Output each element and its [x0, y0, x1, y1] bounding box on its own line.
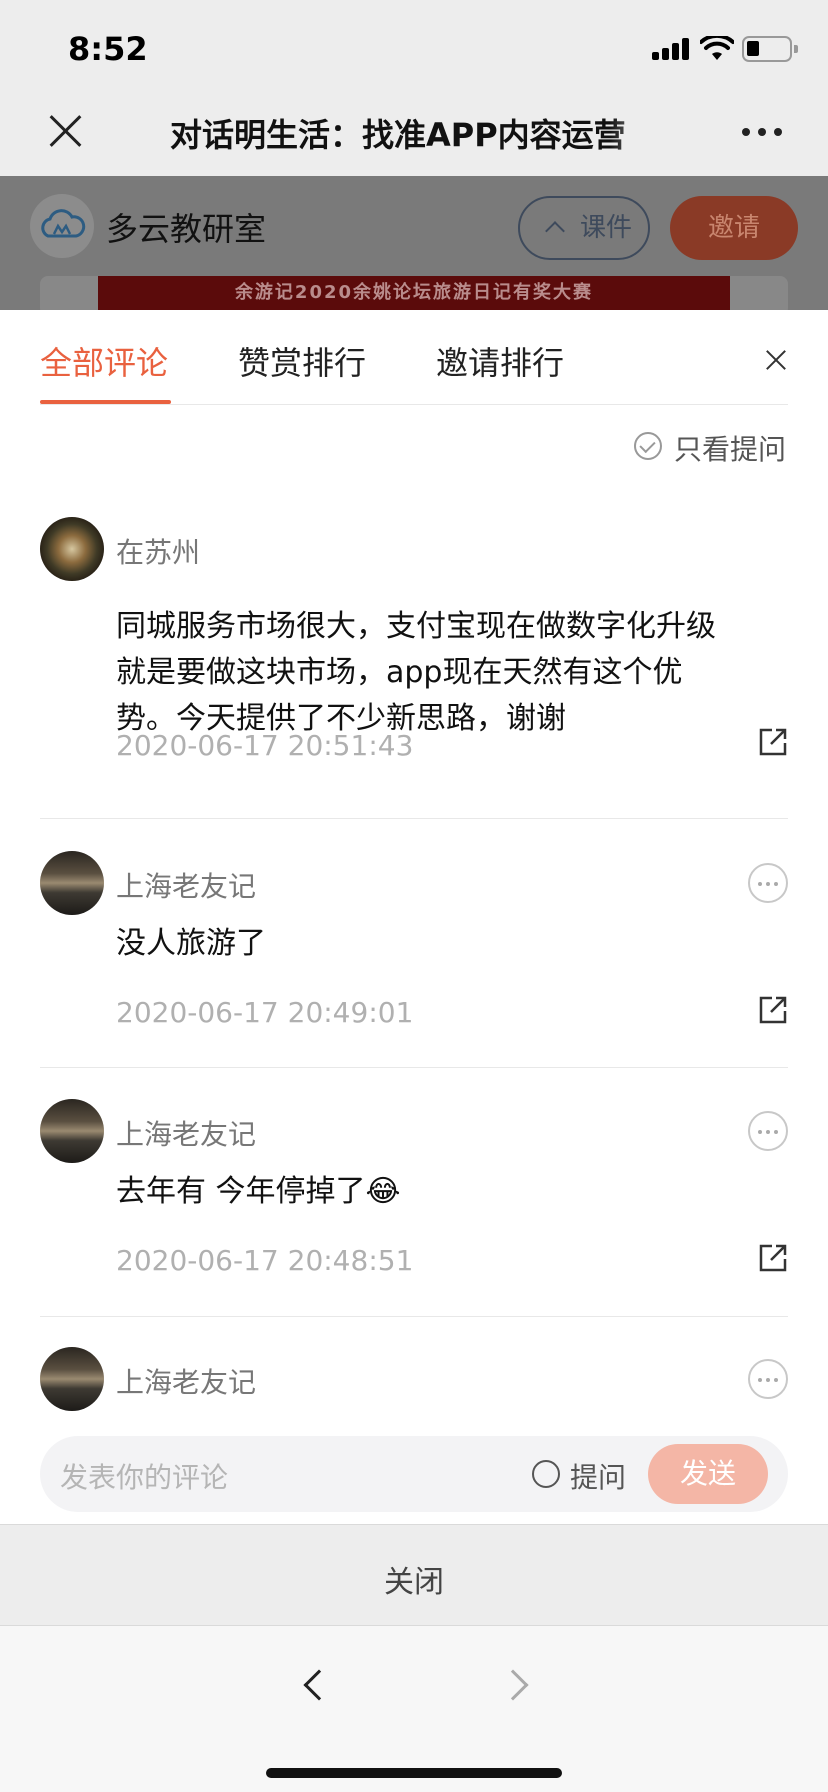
filter-label: 只看提问 [674, 433, 787, 466]
question-label[interactable]: 提问 [570, 1456, 626, 1496]
comment-author[interactable]: 上海老友记 [116, 865, 256, 905]
sheet-close-icon[interactable] [766, 350, 786, 370]
divider [40, 1316, 788, 1317]
comment-item: 上海老友记 没人旅游了 2020-06-17 20:49:01 [40, 851, 788, 1031]
comment-author[interactable]: 上海老友记 [116, 1361, 256, 1401]
comment-input-bar: 发表你的评论 提问 发送 [40, 1436, 788, 1512]
avatar[interactable] [40, 517, 104, 581]
comment-input[interactable]: 发表你的评论 [60, 1456, 228, 1496]
comment-text: 没人旅游了 [116, 926, 266, 961]
home-indicator[interactable] [266, 1768, 562, 1778]
comment-timestamp: 2020-06-17 20:51:43 [116, 729, 414, 762]
comment-item: 上海老友记 去年有 今年停掉了😂 2020-06-17 20:48:51 [40, 1099, 788, 1279]
comment-timestamp: 2020-06-17 20:48:51 [116, 1244, 414, 1277]
more-options-icon[interactable] [748, 1111, 788, 1151]
background-page-overlay: 多云教研室 课件 邀请 余游记2020余姚论坛旅游日记有奖大赛 [0, 176, 828, 316]
battery-icon [742, 36, 798, 62]
comment-text: 同城服务市场很大，支付宝现在做数字化升级就是要做这块市场，app现在天然有这个优… [116, 609, 716, 736]
share-icon[interactable] [758, 727, 788, 757]
signal-icon [652, 38, 692, 60]
comments-sheet: 全部评论 赞赏排行 邀请排行 只看提问 在苏州 同城服务市场很大，支付宝现在做数… [0, 310, 828, 1524]
more-options-icon[interactable] [748, 863, 788, 903]
channel-name: 多云教研室 [106, 210, 267, 248]
active-tab-indicator [40, 400, 171, 404]
divider [40, 1067, 788, 1068]
status-time: 8:52 [68, 30, 148, 68]
wifi-icon [700, 36, 734, 60]
comment-author[interactable]: 在苏州 [116, 531, 200, 571]
tab-tip-ranking[interactable]: 赞赏排行 [238, 338, 366, 384]
more-options-icon[interactable] [748, 1359, 788, 1399]
invite-button[interactable]: 邀请 [670, 196, 798, 260]
share-icon[interactable] [758, 1243, 788, 1273]
nav-bar: 对话明生活：找准APP内容运营 [0, 96, 828, 176]
tab-all-comments[interactable]: 全部评论 [40, 338, 168, 384]
browser-toolbar [0, 1626, 828, 1792]
avatar[interactable] [40, 1347, 104, 1411]
comment-tabs: 全部评论 赞赏排行 邀请排行 [40, 310, 788, 405]
courseware-label: 课件 [580, 213, 633, 243]
comment-text: 去年有 今年停掉了😂 [116, 1174, 401, 1209]
more-icon[interactable] [742, 128, 782, 138]
comment-item: 上海老友记 [40, 1347, 788, 1417]
status-bar: 8:52 [0, 0, 828, 96]
comment-author[interactable]: 上海老友记 [116, 1113, 256, 1153]
back-arrow-icon[interactable] [303, 1669, 335, 1701]
divider [40, 818, 788, 819]
chevron-up-icon [545, 221, 565, 241]
avatar[interactable] [40, 1099, 104, 1163]
question-radio[interactable] [532, 1460, 560, 1488]
share-icon[interactable] [758, 995, 788, 1025]
comment-timestamp: 2020-06-17 20:49:01 [116, 996, 414, 1029]
comment-item: 在苏州 同城服务市场很大，支付宝现在做数字化升级就是要做这块市场，app现在天然… [40, 517, 788, 767]
close-bar[interactable]: 关闭 [0, 1524, 828, 1626]
courseware-button[interactable]: 课件 [518, 196, 650, 260]
check-circle-icon [634, 432, 662, 460]
event-banner[interactable]: 余游记2020余姚论坛旅游日记有奖大赛 [98, 276, 730, 310]
forward-arrow-icon[interactable] [497, 1669, 529, 1701]
close-button[interactable]: 关闭 [0, 1557, 828, 1601]
close-icon[interactable] [48, 114, 82, 148]
cloud-logo-icon [30, 194, 94, 258]
tab-invite-ranking[interactable]: 邀请排行 [436, 338, 564, 384]
send-button[interactable]: 发送 [648, 1444, 768, 1504]
page-title: 对话明生活：找准APP内容运营 [170, 116, 626, 154]
avatar[interactable] [40, 851, 104, 915]
